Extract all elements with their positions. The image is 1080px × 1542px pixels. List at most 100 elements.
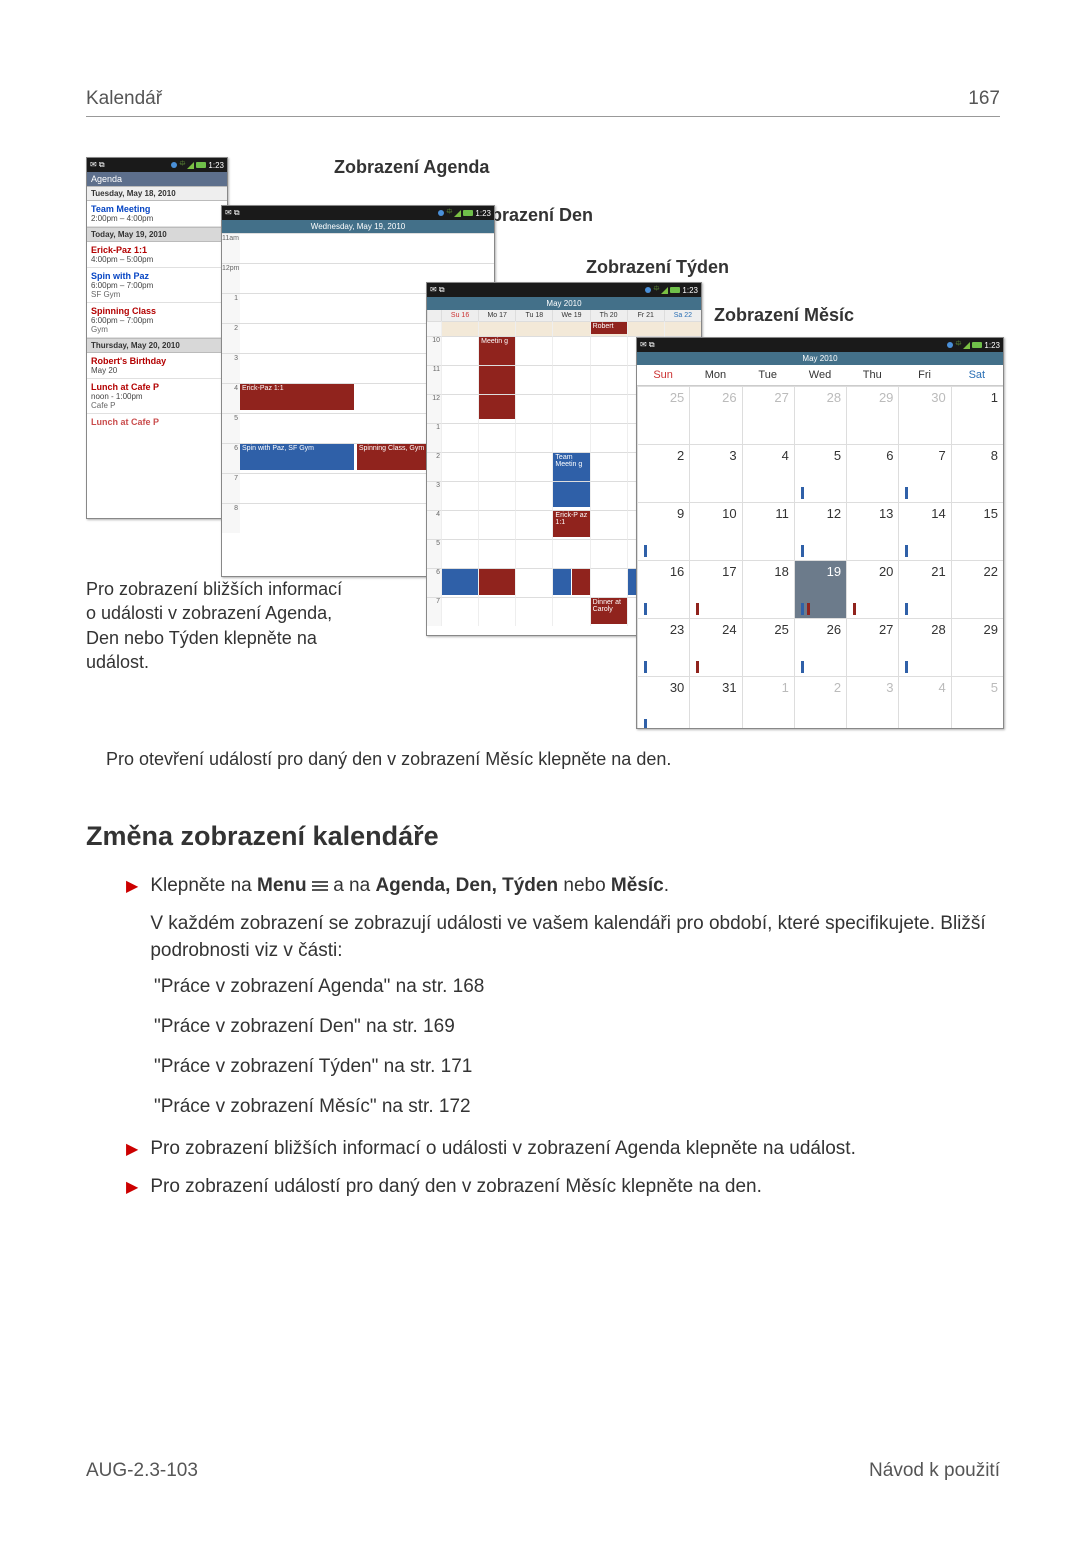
weekday-header[interactable]: Su 16	[441, 310, 478, 321]
month-cell[interactable]: 3	[689, 444, 741, 502]
week-cell[interactable]: Meetin g	[478, 336, 515, 365]
month-cell[interactable]: 4	[742, 444, 794, 502]
week-cell[interactable]	[552, 394, 589, 423]
allday-cell[interactable]	[515, 321, 552, 336]
month-cell[interactable]: 17	[689, 560, 741, 618]
agenda-event[interactable]: Erick-Paz 1:14:00pm – 5:00pm	[87, 242, 227, 268]
month-cell[interactable]: 19	[794, 560, 846, 618]
agenda-event[interactable]: Robert's BirthdayMay 20	[87, 353, 227, 379]
agenda-event[interactable]: Lunch at Cafe P	[87, 414, 227, 430]
week-cell[interactable]	[441, 597, 478, 626]
week-cell[interactable]	[590, 452, 627, 481]
week-cell[interactable]	[478, 365, 515, 394]
weekday-header[interactable]: Th 20	[590, 310, 627, 321]
month-cell[interactable]: 2	[637, 444, 689, 502]
calendar-event[interactable]: Erick-Paz 1:1	[240, 384, 354, 410]
month-cell[interactable]: 7	[898, 444, 950, 502]
month-cell[interactable]: 16	[637, 560, 689, 618]
month-cell[interactable]: 26	[689, 386, 741, 444]
week-cell[interactable]: Erick-P az 1:1	[552, 510, 589, 539]
calendar-event[interactable]	[553, 569, 570, 595]
week-cell[interactable]	[590, 568, 627, 597]
week-cell[interactable]	[552, 597, 589, 626]
month-cell[interactable]: 18	[742, 560, 794, 618]
week-cell[interactable]	[441, 568, 478, 597]
week-cell[interactable]	[515, 510, 552, 539]
month-cell[interactable]: 2	[794, 676, 846, 729]
week-cell[interactable]	[441, 452, 478, 481]
month-cell[interactable]: 21	[898, 560, 950, 618]
week-cell[interactable]	[552, 423, 589, 452]
month-cell[interactable]: 23	[637, 618, 689, 676]
calendar-event[interactable]	[442, 569, 478, 595]
weekday-header[interactable]: Fr 21	[627, 310, 664, 321]
weekday-header[interactable]: Mo 17	[478, 310, 515, 321]
month-cell[interactable]: 29	[951, 618, 1003, 676]
week-cell[interactable]	[552, 481, 589, 510]
calendar-event[interactable]: Dinner at Caroly	[591, 598, 627, 624]
day-cell[interactable]	[240, 233, 494, 262]
week-cell[interactable]	[515, 539, 552, 568]
week-cell[interactable]	[515, 423, 552, 452]
month-cell[interactable]: 27	[742, 386, 794, 444]
week-cell[interactable]	[478, 510, 515, 539]
month-cell[interactable]: 27	[846, 618, 898, 676]
month-cell[interactable]: 22	[951, 560, 1003, 618]
month-cell[interactable]: 14	[898, 502, 950, 560]
month-cell[interactable]: 8	[951, 444, 1003, 502]
month-cell[interactable]: 5	[951, 676, 1003, 729]
weekday-header[interactable]: Sa 22	[664, 310, 701, 321]
week-cell[interactable]	[552, 539, 589, 568]
weekday-header[interactable]: Tu 18	[515, 310, 552, 321]
allday-cell[interactable]: Robert	[590, 321, 627, 336]
month-cell[interactable]: 30	[637, 676, 689, 729]
agenda-menu-button[interactable]: Agenda	[87, 172, 227, 186]
week-cell[interactable]	[515, 568, 552, 597]
weekday-header[interactable]: We 19	[552, 310, 589, 321]
week-cell[interactable]	[478, 452, 515, 481]
week-cell[interactable]	[552, 568, 589, 597]
allday-cell[interactable]	[627, 321, 664, 336]
month-cell[interactable]: 1	[951, 386, 1003, 444]
month-cell[interactable]: 29	[846, 386, 898, 444]
month-cell[interactable]: 4	[898, 676, 950, 729]
week-cell[interactable]: Dinner at Caroly	[590, 597, 627, 626]
week-cell[interactable]	[590, 365, 627, 394]
calendar-event[interactable]: Robert	[591, 322, 627, 334]
week-cell[interactable]	[441, 539, 478, 568]
week-cell[interactable]	[441, 481, 478, 510]
week-cell[interactable]	[590, 510, 627, 539]
month-cell[interactable]: 5	[794, 444, 846, 502]
week-cell[interactable]	[515, 394, 552, 423]
week-cell[interactable]	[515, 452, 552, 481]
month-cell[interactable]: 25	[637, 386, 689, 444]
week-cell[interactable]	[590, 423, 627, 452]
month-cell[interactable]: 13	[846, 502, 898, 560]
week-cell[interactable]	[590, 539, 627, 568]
week-cell[interactable]	[478, 597, 515, 626]
agenda-event[interactable]: Team Meeting2:00pm – 4:00pm	[87, 201, 227, 227]
agenda-event[interactable]: Lunch at Cafe Pnoon - 1:00pmCafe P	[87, 379, 227, 414]
week-cell[interactable]	[441, 365, 478, 394]
week-cell[interactable]	[552, 365, 589, 394]
week-cell[interactable]	[478, 568, 515, 597]
calendar-event[interactable]	[479, 569, 515, 595]
month-cell[interactable]: 12	[794, 502, 846, 560]
week-cell[interactable]	[515, 365, 552, 394]
month-cell[interactable]: 31	[689, 676, 741, 729]
month-cell[interactable]: 25	[742, 618, 794, 676]
month-cell[interactable]: 11	[742, 502, 794, 560]
month-cell[interactable]: 24	[689, 618, 741, 676]
month-cell[interactable]: 30	[898, 386, 950, 444]
month-cell[interactable]: 9	[637, 502, 689, 560]
week-cell[interactable]	[478, 539, 515, 568]
month-cell[interactable]: 28	[794, 386, 846, 444]
week-cell[interactable]	[441, 394, 478, 423]
month-cell[interactable]: 28	[898, 618, 950, 676]
calendar-event[interactable]: Spin with Paz, SF Gym	[240, 444, 354, 470]
month-cell[interactable]: 20	[846, 560, 898, 618]
week-cell[interactable]	[441, 336, 478, 365]
allday-cell[interactable]	[552, 321, 589, 336]
week-cell[interactable]	[590, 394, 627, 423]
week-cell[interactable]	[441, 423, 478, 452]
